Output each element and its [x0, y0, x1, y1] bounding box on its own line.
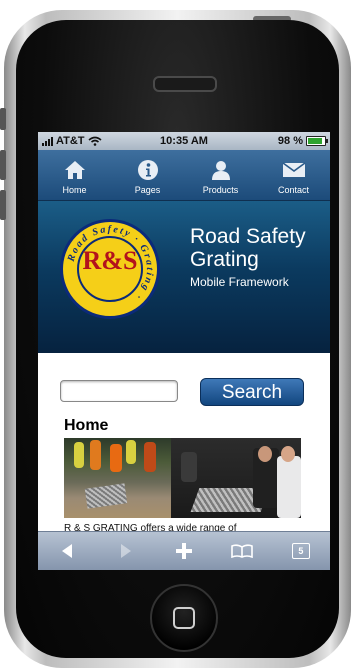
add-bookmark-button[interactable] [155, 532, 213, 570]
volume-up-button [0, 150, 6, 180]
nav-home[interactable]: Home [38, 150, 111, 200]
battery-icon [306, 136, 328, 146]
home-square-icon [173, 607, 195, 629]
person-icon [208, 159, 234, 181]
home-button[interactable] [150, 584, 218, 652]
battery-percent: 98 % [277, 135, 303, 147]
forward-arrow-icon [120, 544, 131, 558]
photo-workers-grating [64, 438, 171, 518]
home-icon [62, 159, 88, 181]
page-title: Home [64, 417, 109, 434]
plus-icon [176, 543, 193, 559]
info-icon [135, 159, 161, 181]
status-bar: AT&T 10:35 AM 98 % [38, 132, 330, 150]
nav-products-label: Products [202, 185, 239, 195]
nav-contact[interactable]: Contact [257, 150, 330, 200]
nav-home-label: Home [62, 185, 87, 195]
nav-products[interactable]: Products [184, 150, 257, 200]
back-arrow-icon [62, 544, 73, 558]
top-nav: Home Pages Products Contact [38, 150, 330, 201]
site-title: Road Safety Grating [190, 225, 306, 271]
pages-icon: 5 [291, 543, 310, 559]
earpiece-speaker [153, 76, 217, 92]
back-button[interactable] [38, 532, 96, 570]
nav-pages-label: Pages [134, 185, 161, 195]
mute-switch [0, 108, 6, 130]
promo-photo [64, 438, 301, 518]
phone-screen: AT&T 10:35 AM 98 % Home Pages Products C… [38, 132, 330, 570]
nav-pages[interactable]: Pages [111, 150, 184, 200]
site-subtitle: Mobile Framework [190, 275, 289, 289]
volume-down-button [0, 190, 6, 220]
browser-toolbar: 5 [38, 531, 330, 570]
search-input[interactable] [60, 380, 178, 402]
pages-count: 5 [298, 546, 304, 556]
bookmarks-icon [231, 544, 254, 558]
nav-contact-label: Contact [277, 185, 310, 195]
header-banner: Road Safety · Grating · R&S Road Safety … [38, 201, 330, 353]
mail-icon [281, 159, 307, 181]
forward-button[interactable] [96, 532, 154, 570]
rs-grating-logo: Road Safety · Grating · R&S [60, 219, 160, 319]
battery-indicator: 98 % [277, 135, 328, 147]
main-content: Search Home R & S GRATING offers a wide … [58, 362, 310, 544]
photo-trade-show [171, 438, 301, 518]
pages-button[interactable]: 5 [272, 532, 330, 570]
bookmarks-button[interactable] [213, 532, 271, 570]
logo-initials: R&S [82, 246, 138, 275]
search-button[interactable]: Search [200, 378, 304, 406]
